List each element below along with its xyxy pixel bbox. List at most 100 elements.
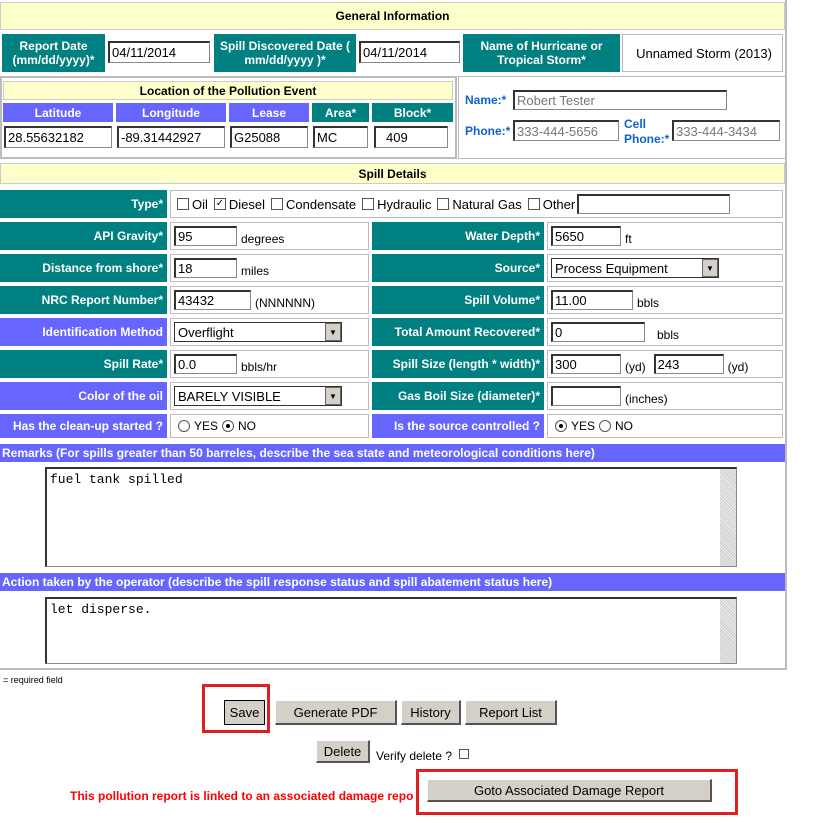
longitude-header: Longitude (116, 103, 226, 122)
remarks-scrollbar[interactable] (720, 469, 736, 566)
controlled-yes-label: YES (571, 419, 596, 433)
type-oil-checkbox[interactable] (177, 198, 189, 210)
action-text: let disperse. (50, 602, 152, 617)
controlled-yes-radio[interactable] (555, 420, 567, 432)
oil-color-value: BARELY VISIBLE (178, 388, 281, 404)
source-controlled-cell: YES NO (547, 414, 783, 438)
length-unit: (yd) (625, 360, 646, 374)
spill-volume-input[interactable]: 11.00 (551, 290, 633, 310)
oil-color-select[interactable]: BARELY VISIBLE ▼ (174, 386, 342, 406)
distance-unit: miles (241, 264, 270, 278)
type-options: Oil ✓ Diesel Condensate Hydraulic Natural… (170, 190, 783, 218)
name-label: Name:* (465, 93, 507, 107)
action-scrollbar[interactable] (720, 599, 736, 663)
recovered-input[interactable]: 0 (551, 322, 645, 342)
latitude-header: Latitude (3, 103, 113, 122)
spill-size-label: Spill Size (length * width)* (372, 350, 544, 378)
report-list-button[interactable]: Report List (465, 700, 557, 725)
type-condensate-label: Condensate (286, 196, 357, 212)
source-controlled-label: Is the source controlled ? (372, 414, 544, 438)
spill-rate-unit: bbls/hr (241, 360, 278, 374)
spill-rate-label: Spill Rate* (0, 350, 167, 378)
linked-report-message: This pollution report is linked to an as… (70, 789, 414, 803)
history-button[interactable]: History (401, 700, 461, 725)
nrc-format: (NNNNNN) (255, 296, 315, 310)
spill-discovered-date-input[interactable]: 04/11/2014 (359, 41, 460, 63)
verify-delete-label: Verify delete ? (376, 749, 453, 763)
id-method-select[interactable]: Overflight ▼ (174, 322, 342, 342)
type-other-checkbox[interactable] (527, 198, 540, 210)
type-label: Type* (0, 190, 167, 218)
recovered-label: Total Amount Recovered* (372, 318, 544, 346)
api-gravity-label: API Gravity* (0, 222, 167, 250)
source-select[interactable]: Process Equipment ▼ (551, 258, 719, 278)
width-unit: (yd) (727, 360, 749, 374)
nrc-input[interactable]: 43432 (174, 290, 251, 310)
type-natural-gas-checkbox[interactable] (437, 198, 450, 210)
source-label: Source* (372, 254, 544, 282)
type-other-label: Other (542, 196, 576, 212)
oil-color-cell: BARELY VISIBLE ▼ (170, 382, 369, 410)
spill-width-input[interactable]: 243 (653, 354, 724, 374)
gas-boil-input[interactable] (551, 386, 621, 406)
spill-length-input[interactable]: 300 (551, 354, 621, 374)
action-textarea[interactable]: let disperse. (45, 597, 737, 664)
distance-input[interactable]: 18 (174, 258, 237, 278)
save-button[interactable]: Save (224, 700, 265, 725)
cleanup-label: Has the clean-up started ? (0, 414, 167, 438)
generate-pdf-button[interactable]: Generate PDF (275, 700, 397, 725)
cleanup-no-radio[interactable] (222, 420, 235, 432)
distance-cell: 18 miles (170, 254, 369, 282)
area-header: Area* (312, 103, 369, 122)
source-cell: Process Equipment ▼ (547, 254, 783, 282)
type-natural-gas-label: Natural Gas (452, 196, 522, 212)
spill-volume-label: Spill Volume* (372, 286, 544, 314)
water-depth-input[interactable]: 5650 (551, 226, 621, 246)
report-date-label: Report Date (mm/dd/yyyy)* (2, 34, 105, 72)
action-header: Action taken by the operator (describe t… (0, 573, 785, 591)
report-date-input[interactable]: 04/11/2014 (108, 41, 210, 63)
type-oil-label: Oil (192, 196, 208, 212)
longitude-input[interactable]: -89.31442927 (117, 126, 225, 148)
goto-damage-report-button[interactable]: Goto Associated Damage Report (427, 779, 712, 802)
general-info-header: General Information (0, 2, 785, 30)
nrc-label: NRC Report Number* (0, 286, 167, 314)
name-input[interactable]: Robert Tester (513, 90, 727, 110)
cell-phone-label: Cell Phone:* (624, 117, 670, 146)
block-input[interactable]: 409 (374, 126, 448, 148)
api-gravity-unit: degrees (241, 232, 285, 246)
controlled-no-radio[interactable] (599, 420, 612, 432)
delete-button[interactable]: Delete (316, 740, 370, 763)
id-method-cell: Overflight ▼ (170, 318, 369, 346)
area-input[interactable]: MC (313, 126, 368, 148)
chevron-down-icon: ▼ (702, 259, 718, 277)
block-header: Block* (372, 103, 453, 122)
api-gravity-input[interactable]: 95 (174, 226, 237, 246)
remarks-text: fuel tank spilled (50, 472, 183, 487)
remarks-textarea[interactable]: fuel tank spilled (45, 467, 737, 567)
lease-header: Lease (229, 103, 309, 122)
spill-volume-cell: 11.00 bbls (547, 286, 783, 314)
verify-delete-checkbox[interactable] (459, 749, 469, 759)
spill-details-header: Spill Details (0, 163, 785, 184)
cell-phone-input[interactable]: 333-444-3434 (672, 120, 780, 141)
spill-discovered-date-label: Spill Discovered Date ( mm/dd/yyyy )* (214, 34, 356, 72)
oil-color-label: Color of the oil (0, 382, 167, 410)
distance-label: Distance from shore* (0, 254, 167, 282)
type-other-input[interactable] (577, 194, 731, 214)
type-diesel-checkbox[interactable]: ✓ (213, 198, 226, 210)
cleanup-yes-radio[interactable] (178, 420, 190, 432)
latitude-input[interactable]: 28.55632182 (4, 126, 112, 148)
phone-input[interactable]: 333-444-5656 (513, 120, 619, 141)
type-condensate-checkbox[interactable] (271, 198, 284, 210)
location-header: Location of the Pollution Event (3, 81, 453, 100)
spill-rate-input[interactable]: 0.0 (174, 354, 237, 374)
required-note: * = required field (0, 675, 63, 685)
type-hydraulic-checkbox[interactable] (362, 198, 375, 210)
controlled-no-label: NO (615, 419, 634, 433)
chevron-down-icon: ▼ (325, 387, 341, 405)
cleanup-yes-label: YES (194, 419, 219, 433)
lease-input[interactable]: G25088 (230, 126, 308, 148)
recovered-cell: 0 bbls (547, 318, 783, 346)
type-hydraulic-label: Hydraulic (377, 196, 432, 212)
